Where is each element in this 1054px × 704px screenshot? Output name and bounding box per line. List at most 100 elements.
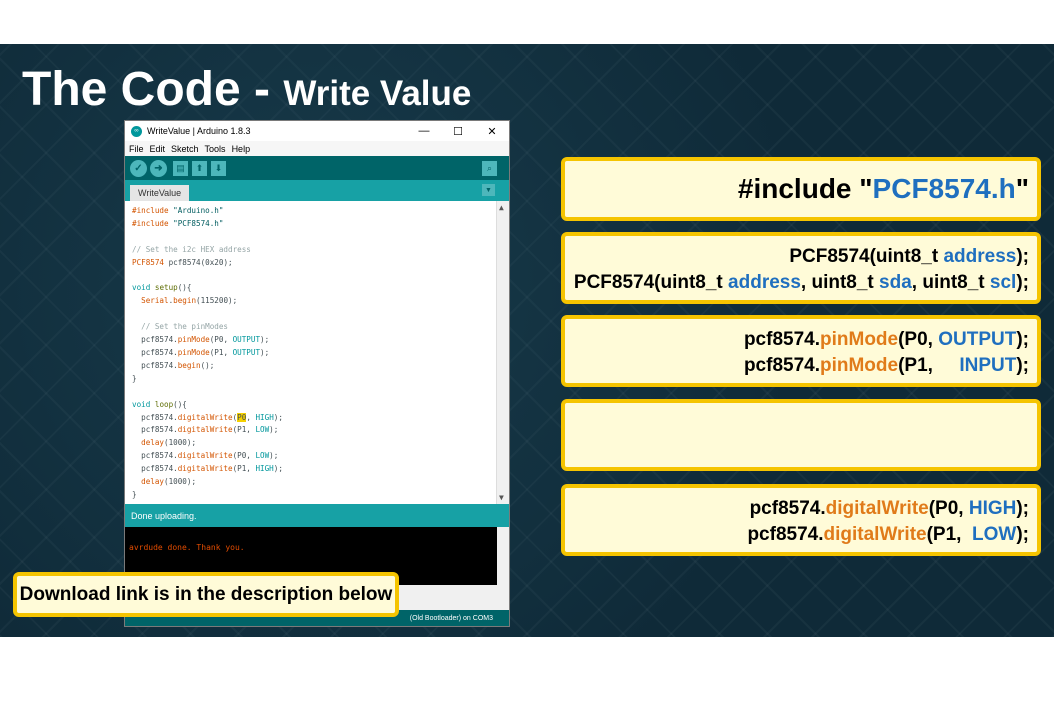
save-icon[interactable]: ⬇ <box>211 160 226 176</box>
code-token: delay <box>132 477 165 487</box>
scroll-down-icon[interactable]: ▼ <box>499 493 504 502</box>
callout-highlight: HIGH <box>968 498 1017 519</box>
tab-menu-icon[interactable]: ▼ <box>482 184 495 196</box>
callout-text: pcf8574. <box>743 329 820 350</box>
title-subtitle: Write Value <box>283 74 472 113</box>
callout-highlight: LOW <box>972 524 1017 545</box>
callout-pinmode: pcf8574.pinMode(P0, OUTPUT); pcf8574.pin… <box>561 315 1041 387</box>
callout-text: , uint8_t <box>911 272 990 293</box>
open-icon[interactable]: ⬆ <box>192 160 207 176</box>
console-scrollbar[interactable] <box>497 527 509 585</box>
code-token: HIGH <box>255 464 274 474</box>
callout-text: pcf8574. <box>743 355 820 376</box>
upload-icon[interactable]: ➜ <box>150 159 167 177</box>
status-bar: Done uploading. <box>125 504 509 527</box>
code-token: ); <box>273 412 283 422</box>
code-comment: // Set the pinModes <box>132 322 229 332</box>
code-token: pinMode <box>177 347 210 357</box>
code-token: LOW <box>255 451 270 461</box>
code-token: pcf8574(0x20); <box>164 257 233 267</box>
callout-text: ); <box>1016 329 1029 350</box>
close-button[interactable]: ✕ <box>475 125 509 138</box>
callout-text: " <box>1015 173 1029 204</box>
code-token: (115200); <box>196 296 238 306</box>
code-token: (P1, <box>232 464 256 474</box>
callout-highlight: sda <box>879 272 912 293</box>
code-token: HIGH <box>255 412 274 422</box>
code-token: digitalWrite <box>177 412 233 422</box>
callout-highlight: address <box>943 246 1017 267</box>
menu-sketch[interactable]: Sketch <box>171 144 199 154</box>
code-token: (){ <box>173 399 187 409</box>
title-separator: - <box>240 63 284 116</box>
code-editor[interactable]: #include "Arduino.h" #include "PCF8574.h… <box>125 201 509 504</box>
board-port-text: (Old Bootloader) on COM3 <box>409 614 493 622</box>
code-token: ); <box>273 464 283 474</box>
code-token: (); <box>200 360 215 370</box>
title-main: The Code <box>22 63 241 116</box>
code-token: "PCF8574.h" <box>168 218 224 228</box>
menu-file[interactable]: File <box>129 144 144 154</box>
code-token: ); <box>269 451 279 461</box>
code-token: (P1, <box>232 425 256 435</box>
callout-include: #include "PCF8574.h" <box>561 157 1041 221</box>
code-token: (P1, <box>209 347 233 357</box>
code-token: (){ <box>177 283 192 293</box>
callout-highlight: digitalWrite <box>823 524 927 545</box>
code-token: (P0, <box>209 335 233 345</box>
code-token: "Arduino.h" <box>168 206 224 215</box>
menu-help[interactable]: Help <box>232 144 251 154</box>
code-token: ); <box>260 347 270 357</box>
editor-scrollbar[interactable]: ▲ ▼ <box>496 201 509 504</box>
code-token: pcf8574. <box>132 360 178 370</box>
callout-text: (P0, <box>928 498 969 519</box>
callout-text: PCF8574(uint8_t <box>789 246 944 267</box>
code-token: loop <box>150 399 174 409</box>
menu-bar: File Edit Sketch Tools Help <box>125 141 509 156</box>
scroll-up-icon[interactable]: ▲ <box>499 203 504 212</box>
verify-icon[interactable]: ✓ <box>130 159 147 177</box>
callout-text: (P1, <box>898 355 960 376</box>
code-token: (P0, <box>232 451 256 461</box>
code-token: pcf8574. <box>132 412 178 422</box>
code-token: digitalWrite <box>177 451 233 461</box>
callout-digitalwrite: pcf8574.digitalWrite(P0, HIGH); pcf8574.… <box>561 484 1041 556</box>
code-token: } <box>132 489 137 499</box>
code-token: void <box>132 283 151 293</box>
menu-edit[interactable]: Edit <box>150 144 166 154</box>
code-token: PCF8574 <box>132 257 165 267</box>
callout-text: PCF8574(uint8_t <box>573 272 729 293</box>
callout-highlight: scl <box>989 272 1017 293</box>
code-token: ); <box>269 425 279 435</box>
maximize-button[interactable]: ☐ <box>441 125 475 138</box>
code-token: OUTPUT <box>232 335 261 345</box>
tab-writevalue[interactable]: WriteValue <box>130 185 190 201</box>
toolbar: ✓ ➜ ▤ ⬆ ⬇ ⌕ <box>125 156 509 180</box>
code-token: pcf8574. <box>132 451 178 461</box>
callout-constructor: PCF8574(uint8_t address); PCF8574(uint8_… <box>561 232 1041 304</box>
serial-monitor-icon[interactable]: ⌕ <box>482 160 497 176</box>
code-token: delay <box>132 438 165 448</box>
callout-text: ); <box>1016 355 1029 376</box>
callout-highlight: pinMode <box>820 329 899 350</box>
code-token: #include <box>132 206 169 215</box>
callout-highlight: INPUT <box>959 355 1017 376</box>
cursor-highlight: P0 <box>237 412 247 422</box>
new-icon[interactable]: ▤ <box>173 160 188 176</box>
callout-text: pcf8574. <box>749 498 826 519</box>
callout-highlight: PCF8574.h <box>872 173 1016 204</box>
minimize-button[interactable]: — <box>407 125 441 138</box>
callout-text: ); <box>1016 246 1029 267</box>
slide-background: The Code - Write Value ∞ WriteValue | Ar… <box>0 44 1054 637</box>
code-token: (1000); <box>164 438 197 448</box>
code-token: begin <box>173 296 197 306</box>
slide-title: The Code - Write Value <box>22 62 471 117</box>
menu-tools[interactable]: Tools <box>205 144 226 154</box>
callout-text: ); <box>1016 524 1029 545</box>
console-line: avrdude done. Thank you. <box>129 543 245 552</box>
callout-text: pcf8574. <box>747 524 824 545</box>
callout-text: , uint8_t <box>800 272 880 293</box>
code-token: pcf8574. <box>132 335 178 345</box>
callout-text: #include " <box>737 173 873 204</box>
code-token: pinMode <box>177 335 210 345</box>
